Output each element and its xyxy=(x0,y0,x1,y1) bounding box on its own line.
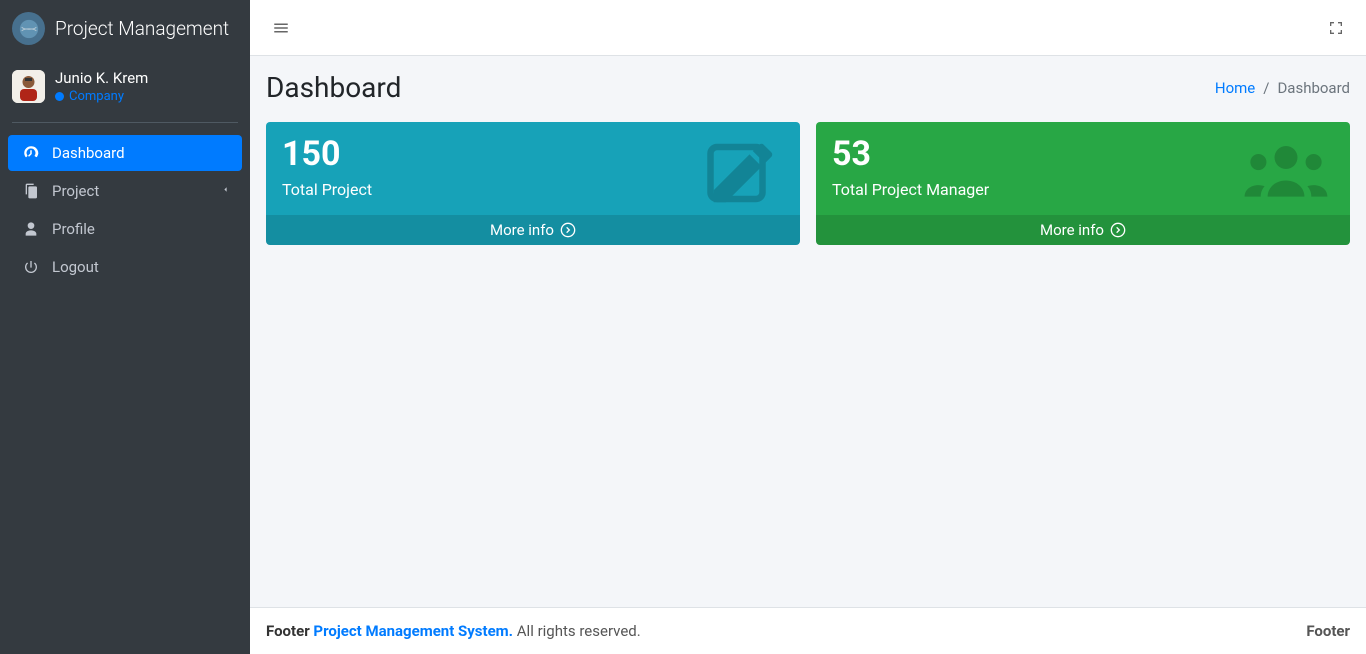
card-more-link[interactable]: More info xyxy=(266,215,800,245)
content-header: Dashboard Home / Dashboard xyxy=(250,56,1366,114)
sidebar-item-label: Logout xyxy=(52,258,230,276)
sidebar-item-profile[interactable]: Profile xyxy=(8,211,242,247)
sidebar-item-dashboard[interactable]: Dashboard xyxy=(8,135,242,171)
bars-icon xyxy=(272,19,290,37)
brand-logo xyxy=(12,12,45,45)
user-role-label: Company xyxy=(69,89,124,104)
status-dot-icon xyxy=(55,92,64,101)
tachometer-icon xyxy=(20,144,42,162)
power-icon xyxy=(20,259,42,275)
card-total-manager: 53 Total Project Manager More info xyxy=(816,122,1350,245)
brand-text: Project Management xyxy=(55,17,229,40)
card-total-project: 150 Total Project More info xyxy=(266,122,800,245)
user-icon xyxy=(20,221,42,237)
breadcrumb-home[interactable]: Home xyxy=(1215,79,1255,97)
sidebar-item-project[interactable]: Project xyxy=(8,173,242,209)
arrow-circle-right-icon xyxy=(560,222,576,238)
sidebar-item-label: Dashboard xyxy=(52,144,230,162)
footer-rights: All rights reserved. xyxy=(517,622,641,640)
sidebar-item-label: Project xyxy=(52,182,221,200)
breadcrumb-current: Dashboard xyxy=(1277,79,1350,97)
sidebar: Project Management Junio K. Krem Company xyxy=(0,0,250,654)
card-more-link[interactable]: More info xyxy=(816,215,1350,245)
globe-icon xyxy=(18,18,40,40)
breadcrumb: Home / Dashboard xyxy=(1215,79,1350,97)
copy-icon xyxy=(20,183,42,199)
arrow-circle-right-icon xyxy=(1110,222,1126,238)
expand-icon xyxy=(1328,20,1344,36)
footer: Footer Project Management System. All ri… xyxy=(250,607,1366,654)
topbar xyxy=(250,0,1366,56)
footer-right: Footer xyxy=(1306,622,1350,640)
page-title: Dashboard xyxy=(266,71,401,104)
users-icon xyxy=(1240,134,1332,208)
footer-prefix: Footer xyxy=(266,622,310,640)
sidebar-item-logout[interactable]: Logout xyxy=(8,249,242,285)
avatar xyxy=(12,70,45,103)
user-name[interactable]: Junio K. Krem xyxy=(55,69,148,89)
chevron-left-icon xyxy=(221,184,230,197)
content: 150 Total Project More info 53 Total Pro… xyxy=(250,114,1366,253)
menu-toggle-button[interactable] xyxy=(266,13,296,43)
sidebar-divider xyxy=(12,122,238,123)
user-role[interactable]: Company xyxy=(55,89,148,104)
brand[interactable]: Project Management xyxy=(0,0,250,57)
footer-link[interactable]: Project Management System. xyxy=(313,622,513,640)
sidebar-item-label: Profile xyxy=(52,220,230,238)
breadcrumb-sep: / xyxy=(1263,79,1269,97)
more-info-label: More info xyxy=(490,221,554,239)
main: Dashboard Home / Dashboard 150 Total Pro… xyxy=(250,0,1366,654)
edit-icon xyxy=(704,134,782,216)
user-panel: Junio K. Krem Company xyxy=(0,57,250,116)
fullscreen-button[interactable] xyxy=(1322,14,1350,42)
sidebar-nav: Dashboard Project xyxy=(0,129,250,293)
more-info-label: More info xyxy=(1040,221,1104,239)
